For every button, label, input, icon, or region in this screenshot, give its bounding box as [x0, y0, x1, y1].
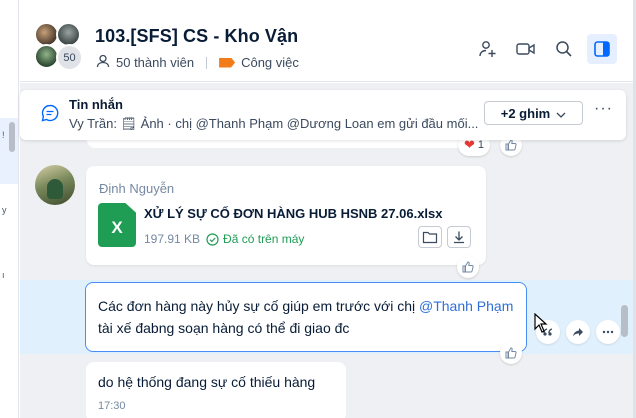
chat-scrollbar[interactable]: [621, 305, 628, 337]
window-top-strip: [20, 0, 633, 14]
file-meta: 197.91 KB Đã có trên máy: [144, 232, 304, 246]
divider: [206, 56, 208, 69]
check-circle-icon: [206, 232, 219, 246]
header-actions: [473, 34, 617, 64]
video-call-icon: [516, 43, 535, 55]
file-name[interactable]: XỬ LÝ SỰ CỐ ĐƠN HÀNG HUB HSNB 27.06.xlsx: [144, 206, 443, 221]
download-status-label: Đã có trên máy: [223, 232, 305, 246]
more-options-button[interactable]: [596, 320, 620, 344]
pinned-preview[interactable]: Vy Trần: 🗒 Ảnh · chị @Thanh Phạm @Dương …: [69, 116, 478, 132]
member-count[interactable]: 50 thành viên: [116, 55, 194, 70]
group-title[interactable]: 103.[SFS] CS - Kho Vận: [95, 26, 298, 47]
conversation-list-scrollbar[interactable]: [9, 122, 15, 152]
open-folder-button[interactable]: [418, 226, 442, 248]
person-icon: [96, 54, 110, 71]
forward-button[interactable]: [566, 320, 590, 344]
pinned-messages-bar[interactable]: Tin nhắn Vy Trần: 🗒 Ảnh · chị @Thanh Phạ…: [20, 90, 626, 140]
search-button[interactable]: [549, 34, 579, 64]
mention-link[interactable]: @Thanh Phạm: [419, 298, 513, 314]
like-button[interactable]: [457, 256, 479, 278]
share-icon: [573, 328, 583, 337]
category-label[interactable]: Công việc: [241, 55, 299, 70]
message-bubble-icon: [40, 103, 60, 128]
pinned-title: Tin nhắn: [69, 97, 123, 112]
message-text: do hệ thống đang sự cố thiếu hàng: [98, 374, 316, 390]
file-size: 197.91 KB: [144, 232, 201, 246]
download-status: Đã có trên máy: [206, 232, 304, 246]
sender-name: Định Nguyễn: [99, 181, 175, 196]
list-fragment: !: [2, 130, 5, 140]
reaction-count: 1: [477, 139, 485, 151]
message-bubble-active[interactable]: Các đơn hàng này hủy sự cố giúp em trước…: [85, 282, 527, 352]
sidebar-toggle-button[interactable]: [587, 34, 617, 64]
message-text: Các đơn hàng này hủy sự cố giúp em trước…: [98, 295, 518, 339]
list-fragment: ı: [2, 270, 5, 280]
video-call-button[interactable]: [511, 34, 541, 64]
download-button[interactable]: [447, 226, 471, 248]
more-pins-button[interactable]: +2 ghim: [484, 101, 583, 125]
more-horizontal-icon: [602, 330, 614, 334]
download-icon: [454, 231, 464, 244]
group-avatar[interactable]: 50: [34, 22, 84, 72]
add-member-icon: [479, 41, 496, 57]
folder-icon: [422, 231, 438, 244]
message-text-part: tài xế đabng soạn hàng có thể đi giao đc: [98, 320, 350, 336]
message-bubble[interactable]: do hệ thống đang sự cố thiếu hàng 17:30: [86, 362, 346, 418]
more-pins-label: +2 ghim: [500, 105, 551, 121]
sender-avatar[interactable]: [35, 165, 75, 205]
sidebar-toggle-icon: [594, 41, 610, 57]
excel-file-icon: X: [98, 203, 136, 247]
like-button[interactable]: [500, 342, 522, 364]
file-message-bubble[interactable]: Định Nguyễn X XỬ LÝ SỰ CỐ ĐƠN HÀNG HUB H…: [86, 166, 486, 265]
message-timestamp: 17:30: [98, 400, 126, 412]
pinned-more-button[interactable]: ···: [594, 100, 613, 118]
message-text-part: Các đơn hàng này hủy sự cố giúp em trước…: [98, 298, 419, 314]
list-fragment: y: [2, 205, 7, 215]
avatar-overflow-count: 50: [56, 44, 83, 71]
group-meta: 50 thành viên Công việc: [96, 54, 299, 71]
search-icon: [556, 41, 572, 57]
add-member-button[interactable]: [473, 34, 503, 64]
conversation-list-edge: ! y ı: [0, 0, 19, 418]
category-tag-icon: [219, 57, 236, 68]
message-actions: [536, 320, 620, 344]
thumbs-up-icon: [462, 261, 474, 273]
chevron-down-icon: [556, 106, 566, 121]
thumbs-up-icon: [505, 347, 517, 359]
mouse-cursor-icon: [534, 313, 548, 333]
thumbs-up-icon: [505, 139, 517, 151]
chat-header: 50 103.[SFS] CS - Kho Vận 50 thành viên …: [20, 14, 633, 82]
